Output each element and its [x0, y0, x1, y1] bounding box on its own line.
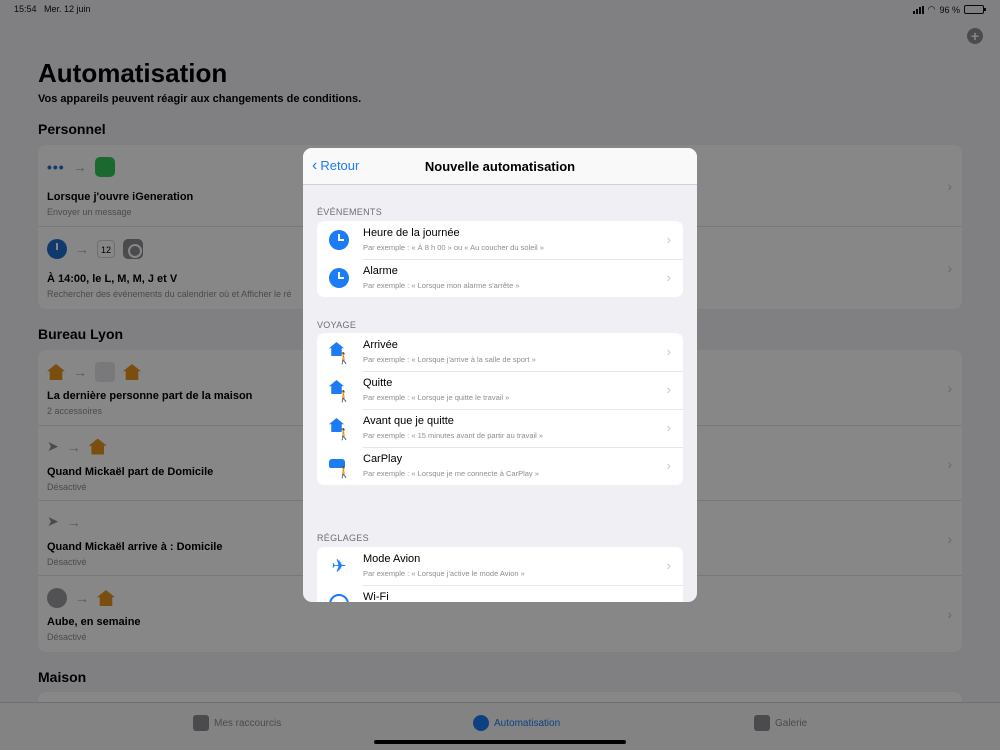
trigger-title: Quitte: [363, 377, 393, 389]
trigger-arrive[interactable]: 🚶 Arrivée Par exemple : « Lorsque j'arri…: [317, 333, 683, 371]
chevron-right-icon: ›: [666, 382, 671, 397]
trigger-title: Avant que je quitte: [363, 415, 454, 427]
chevron-right-icon: ›: [667, 596, 671, 602]
section-label-settings: RÉGLAGES: [317, 533, 369, 543]
trigger-title: CarPlay: [363, 453, 403, 465]
home-before-leave-icon: 🚶: [329, 418, 351, 441]
trigger-example: Par exemple : « Lorsque je me connecte à…: [363, 469, 539, 478]
trigger-airplane-mode[interactable]: ✈ Mode Avion Par exemple : « Lorsque j'a…: [317, 547, 683, 585]
trigger-carplay[interactable]: 🚶 CarPlay Par exemple : « Lorsque je me …: [317, 447, 683, 485]
wifi-icon: [329, 594, 349, 602]
clock-icon: [329, 230, 349, 250]
travel-card: 🚶 Arrivée Par exemple : « Lorsque j'arri…: [317, 333, 683, 485]
trigger-example: Par exemple : « Lorsque j'active le mode…: [363, 569, 525, 578]
section-label-travel: VOYAGE: [317, 320, 357, 330]
trigger-time-of-day[interactable]: Heure de la journée Par exemple : « À 8 …: [317, 221, 683, 259]
trigger-title: Alarme: [363, 265, 398, 277]
alarm-clock-icon: [329, 268, 349, 288]
home-leave-icon: 🚶: [329, 380, 351, 403]
events-card: Heure de la journée Par exemple : « À 8 …: [317, 221, 683, 297]
trigger-example: Par exemple : « Lorsque mon alarme s'arr…: [363, 281, 520, 290]
trigger-example: Par exemple : « 15 minutes avant de part…: [363, 431, 544, 440]
trigger-before-leave[interactable]: 🚶 Avant que je quitte Par exemple : « 15…: [317, 409, 683, 447]
section-label-events: ÉVÉNEMENTS: [317, 207, 383, 217]
trigger-example: Par exemple : « À 8 h 00 » ou « Au couch…: [363, 243, 544, 252]
trigger-alarm[interactable]: Alarme Par exemple : « Lorsque mon alarm…: [317, 259, 683, 297]
sheet-header: ‹ Retour Nouvelle automatisation: [303, 148, 697, 185]
trigger-title: Wi-Fi: [363, 591, 389, 602]
new-automation-sheet: ‹ Retour Nouvelle automatisation ÉVÉNEMEN…: [303, 148, 697, 602]
car-icon: 🚶: [329, 456, 351, 479]
trigger-title: Heure de la journée: [363, 227, 460, 239]
chevron-right-icon: ›: [666, 558, 671, 573]
airplane-icon: ✈: [331, 556, 347, 576]
trigger-title: Arrivée: [363, 339, 398, 351]
trigger-example: Par exemple : « Lorsque je quitte le tra…: [363, 393, 510, 402]
chevron-right-icon: ›: [666, 344, 671, 359]
sheet-title: Nouvelle automatisation: [424, 159, 576, 174]
chevron-right-icon: ›: [666, 270, 671, 285]
home-arrive-icon: 🚶: [329, 342, 351, 365]
trigger-wifi[interactable]: Wi-Fi ›: [317, 585, 683, 602]
trigger-example: Par exemple : « Lorsque j'arrive à la sa…: [363, 355, 536, 364]
chevron-right-icon: ›: [666, 232, 671, 247]
trigger-title: Mode Avion: [363, 553, 421, 565]
trigger-leave[interactable]: 🚶 Quitte Par exemple : « Lorsque je quit…: [317, 371, 683, 409]
chevron-right-icon: ›: [666, 458, 671, 473]
settings-card: ✈ Mode Avion Par exemple : « Lorsque j'a…: [317, 547, 683, 602]
home-indicator[interactable]: [374, 740, 626, 744]
chevron-right-icon: ›: [666, 420, 671, 435]
